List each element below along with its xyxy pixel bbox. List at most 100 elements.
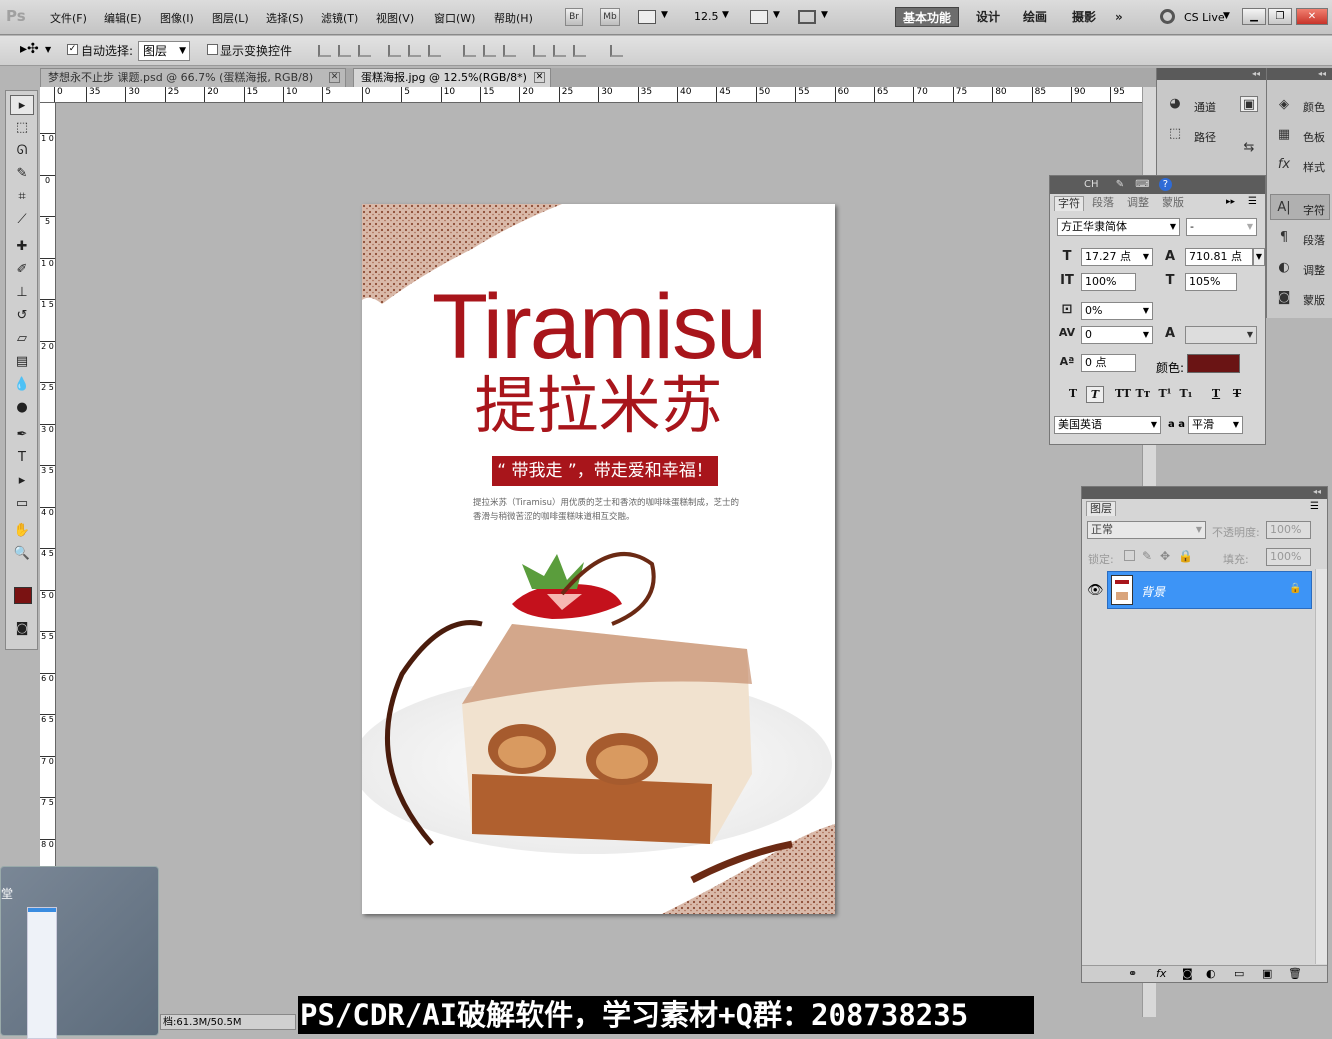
distribute-left-icon[interactable]: [533, 45, 546, 57]
lock-transparency-icon[interactable]: [1124, 550, 1135, 561]
lock-paint-icon[interactable]: ✎: [1142, 549, 1152, 563]
stamp-tool-icon[interactable]: ⊥: [10, 283, 34, 303]
minibridge-button[interactable]: Mb: [600, 8, 620, 26]
chevron-down-icon[interactable]: ▼: [773, 10, 780, 20]
chevron-down-icon[interactable]: ▼: [1253, 248, 1265, 266]
distribute-top-icon[interactable]: [463, 45, 476, 57]
lasso-tool-icon[interactable]: ᘏ: [10, 141, 34, 161]
chevron-down-icon[interactable]: ▼: [45, 45, 51, 54]
close-button[interactable]: ✕: [1296, 8, 1328, 25]
blend-mode-select[interactable]: 正常 ▼: [1087, 521, 1206, 539]
chevron-down-icon[interactable]: ▼: [1223, 11, 1230, 21]
font-style-select[interactable]: - ▼: [1186, 218, 1257, 236]
antialias-select[interactable]: 平滑 ▼: [1188, 416, 1243, 434]
shape-tool-icon[interactable]: ▭: [10, 494, 34, 514]
font-family-select[interactable]: 方正华隶简体 ▼: [1057, 218, 1180, 236]
type-tool-icon[interactable]: T: [10, 448, 34, 468]
auto-select-checkbox[interactable]: ✓: [67, 44, 78, 55]
character-panel-titlebar[interactable]: CH ✎ ⌨ ?: [1050, 176, 1265, 194]
screen-mode-icon[interactable]: [798, 10, 816, 24]
chevron-down-icon[interactable]: ▼: [661, 10, 668, 20]
dock-item-paths[interactable]: 路径: [1194, 129, 1216, 145]
auto-align-icon[interactable]: [610, 45, 623, 57]
close-icon[interactable]: ✕: [534, 72, 545, 83]
cslive-label[interactable]: CS Live: [1184, 11, 1225, 24]
poster-document[interactable]: Tiramisu 提拉米苏 “ 带我走 ”，带走爱和幸福！ 提拉米苏（Tiram…: [362, 204, 835, 914]
workspace-design[interactable]: 设计: [969, 7, 1007, 27]
dodge-tool-icon[interactable]: ●: [10, 398, 34, 418]
move-tool-icon[interactable]: ▸: [10, 95, 34, 115]
menu-filter[interactable]: 滤镜(T): [321, 10, 358, 26]
tab-character[interactable]: 字符: [1054, 196, 1084, 211]
panel-menu-icon[interactable]: ☰: [1248, 196, 1257, 207]
horizontal-scale-field[interactable]: 105%: [1185, 273, 1237, 291]
navigator-icon[interactable]: ▣: [1240, 96, 1258, 112]
swatches-icon[interactable]: ▦: [1275, 127, 1293, 143]
menu-window[interactable]: 窗口(W): [434, 10, 475, 26]
menu-image[interactable]: 图像(I): [160, 10, 194, 26]
tab-document-psd[interactable]: 梦想永不止步 课题.psd @ 66.7% (蛋糕海报, RGB/8) ✕: [40, 68, 346, 87]
lock-all-icon[interactable]: 🔒: [1178, 549, 1193, 563]
menu-file[interactable]: 文件(F): [50, 10, 87, 26]
trash-icon[interactable]: 🗑: [1288, 967, 1302, 980]
more-workspaces-icon[interactable]: »: [1108, 7, 1130, 27]
hand-tool-icon[interactable]: ✋: [10, 521, 34, 541]
panel-menu-icon[interactable]: ☰: [1310, 501, 1319, 512]
close-icon[interactable]: ✕: [329, 72, 340, 83]
lock-position-icon[interactable]: ✥: [1160, 549, 1170, 563]
edit-icon[interactable]: ✎: [1116, 179, 1124, 190]
history-brush-icon[interactable]: ↺: [10, 306, 34, 326]
brush-tool-icon[interactable]: ✐: [10, 260, 34, 280]
dock-item-styles[interactable]: 样式: [1303, 159, 1325, 175]
menu-view[interactable]: 视图(V): [376, 10, 414, 26]
distribute-hcenter-icon[interactable]: [553, 45, 566, 57]
eraser-tool-icon[interactable]: ▱: [10, 329, 34, 349]
auto-select-dropdown[interactable]: 图层 ▼: [138, 41, 190, 61]
chevron-down-icon[interactable]: ▼: [821, 10, 828, 20]
zoom-tool-icon[interactable]: 🔍: [10, 544, 34, 564]
layers-panel-titlebar[interactable]: ◂◂: [1082, 487, 1327, 499]
text-color-swatch[interactable]: [1187, 354, 1240, 373]
link-layers-icon[interactable]: ⚭: [1128, 967, 1137, 980]
styles-icon[interactable]: fx: [1275, 157, 1293, 173]
help-icon[interactable]: ?: [1158, 178, 1172, 191]
dock-item-adjustments[interactable]: 调整: [1303, 262, 1325, 278]
move-tool-icon[interactable]: ▸✣: [20, 41, 39, 57]
faux-bold-icon[interactable]: T: [1064, 386, 1082, 403]
tab-document-jpg[interactable]: 蛋糕海报.jpg @ 12.5%(RGB/8*) ✕: [353, 68, 551, 87]
tab-layers[interactable]: 图层: [1086, 501, 1116, 516]
workspace-essentials[interactable]: 基本功能: [895, 7, 960, 27]
distribute-right-icon[interactable]: [573, 45, 586, 57]
kerning-field[interactable]: 0 ▼: [1081, 326, 1153, 344]
subscript-icon[interactable]: T₁: [1177, 386, 1195, 403]
menu-edit[interactable]: 编辑(E): [104, 10, 142, 26]
strikethrough-icon[interactable]: T: [1228, 386, 1246, 403]
chevron-down-icon[interactable]: ▼: [722, 10, 729, 20]
tab-masks[interactable]: 蒙版: [1159, 196, 1187, 211]
channels-icon[interactable]: ◕: [1166, 96, 1184, 112]
opacity-field[interactable]: 100%: [1266, 521, 1311, 539]
quick-select-tool-icon[interactable]: ✎: [10, 164, 34, 184]
align-vcenter-icon[interactable]: [338, 45, 351, 57]
baseline-shift-field[interactable]: 0 点: [1081, 354, 1136, 372]
arrange-documents-icon[interactable]: [750, 10, 768, 24]
underline-icon[interactable]: T: [1207, 386, 1225, 403]
dock-item-channels[interactable]: 通道: [1194, 99, 1216, 115]
layer-row[interactable]: 背景 🔒: [1107, 571, 1312, 609]
layer-mask-icon[interactable]: ◙: [1182, 967, 1193, 980]
dock-item-masks[interactable]: 蒙版: [1303, 292, 1325, 308]
show-transform-checkbox[interactable]: [207, 44, 218, 55]
marquee-tool-icon[interactable]: ⬚: [10, 118, 34, 138]
history-icon[interactable]: ⇆: [1240, 140, 1258, 156]
eye-icon[interactable]: 👁: [1087, 583, 1104, 598]
tab-paragraph[interactable]: 段落: [1089, 196, 1117, 211]
layer-name[interactable]: 背景: [1141, 583, 1165, 600]
leading-field[interactable]: 710.81 点: [1185, 248, 1253, 266]
layer-style-icon[interactable]: fx: [1156, 967, 1166, 980]
workspace-photography[interactable]: 摄影: [1065, 7, 1103, 27]
tsume-field[interactable]: 0% ▼: [1081, 302, 1153, 320]
adjustment-layer-icon[interactable]: ◐: [1206, 967, 1216, 980]
dock-collapse-bar[interactable]: ◂◂: [1157, 68, 1266, 80]
healing-tool-icon[interactable]: ✚: [10, 237, 34, 257]
dock-item-swatches[interactable]: 色板: [1303, 129, 1325, 145]
